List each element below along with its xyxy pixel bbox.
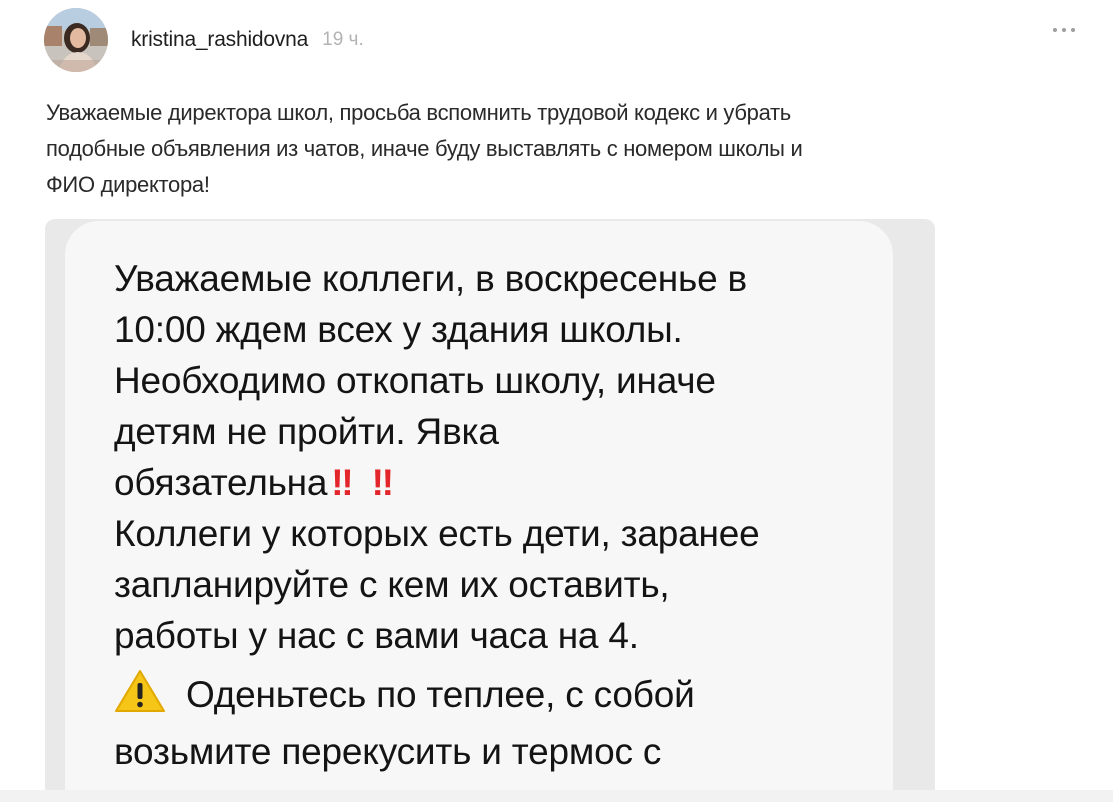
- post-text-line: ФИО директора!: [46, 172, 210, 197]
- message-line: детям не пройти. Явка: [114, 411, 499, 452]
- message-text: Уважаемые коллеги, в воскресенье в 10:00…: [114, 253, 894, 777]
- message-line: Уважаемые коллеги, в воскресенье в: [114, 258, 747, 299]
- message-line: Оденьтесь по теплее, с собой: [186, 674, 695, 715]
- post-card: kristina_rashidovna 19 ч. Уважаемые дире…: [0, 0, 1113, 790]
- message-line: обязательна: [114, 462, 328, 503]
- message-line: Необходимо откопать школу, иначе: [114, 360, 716, 401]
- message-line: запланируйте с кем их оставить,: [114, 564, 670, 605]
- message-line: 10:00 ждем всех у здания школы.: [114, 309, 683, 350]
- post-text-line: Уважаемые директора школ, просьба вспомн…: [46, 100, 791, 125]
- post-text-line: подобные объявления из чатов, иначе буду…: [46, 136, 803, 161]
- message-bubble: Уважаемые коллеги, в воскресенье в 10:00…: [65, 221, 893, 790]
- post-time: 19 ч.: [322, 29, 364, 50]
- message-line: работы у нас с вами часа на 4.: [114, 615, 639, 656]
- post-text: Уважаемые директора школ, просьба вспомн…: [46, 95, 1026, 203]
- warning-icon: [114, 669, 166, 726]
- avatar[interactable]: [44, 8, 108, 72]
- more-dots-icon[interactable]: [1053, 28, 1075, 32]
- double-exclamation-icon: ‼: [371, 462, 394, 503]
- message-line-with-emoji: обязательна ‼ ‼: [114, 457, 894, 508]
- post-header: kristina_rashidovna 19 ч.: [44, 8, 364, 72]
- post-image[interactable]: Уважаемые коллеги, в воскресенье в 10:00…: [45, 219, 935, 790]
- message-line: Коллеги у которых есть дети, заранее: [114, 513, 760, 554]
- double-exclamation-icon: ‼: [331, 462, 353, 503]
- message-line: возьмите перекусить и термос с: [114, 731, 662, 772]
- bottom-divider: [0, 790, 1113, 802]
- author-name[interactable]: kristina_rashidovna: [131, 28, 308, 52]
- message-line-with-icon: Оденьтесь по теплее, с собой: [114, 669, 894, 726]
